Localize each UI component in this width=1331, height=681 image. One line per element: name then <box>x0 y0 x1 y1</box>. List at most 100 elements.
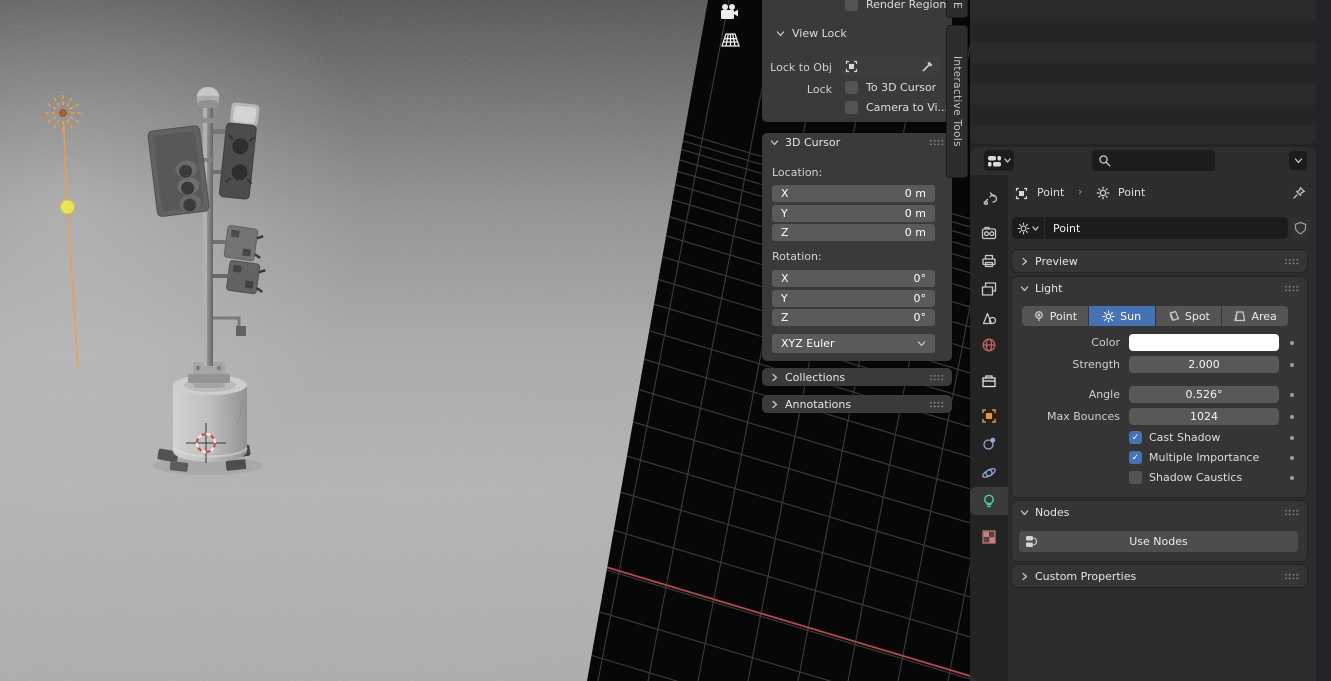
camera-to-view-checkbox[interactable] <box>845 101 858 114</box>
lock-to-obj-field[interactable] <box>840 56 940 76</box>
light-type-label: Spot <box>1184 309 1210 323</box>
outliner-editor[interactable] <box>970 0 1316 144</box>
keyframe-dot[interactable] <box>1290 363 1294 367</box>
constraints-tab[interactable] <box>981 436 997 452</box>
object-tab[interactable] <box>981 408 997 424</box>
angle-field[interactable]: 0.526° <box>1129 386 1279 403</box>
sidebar-tab-label: Interactive Tools <box>951 56 963 147</box>
keyframe-dot[interactable] <box>1290 436 1294 440</box>
cast-shadow-row[interactable]: Cast Shadow <box>1129 431 1220 444</box>
cursor-rotation-y[interactable]: Y 0° <box>772 289 935 307</box>
panel-grip-icon[interactable] <box>1284 508 1299 516</box>
cursor-panel-title: 3D Cursor <box>785 135 841 149</box>
fake-user-button[interactable] <box>1291 217 1310 239</box>
datablock-type-menu[interactable] <box>1012 217 1045 239</box>
panel-grip-icon[interactable] <box>1284 284 1299 292</box>
annotations-panel[interactable]: Annotations <box>762 395 952 413</box>
axis-value: 0° <box>913 272 927 285</box>
keyframe-dot[interactable] <box>1290 341 1294 345</box>
search-input[interactable] <box>1092 150 1215 171</box>
light-type-buttons: Point Sun Spot Area <box>1022 306 1288 326</box>
nodes-panel-header[interactable]: Nodes <box>1012 501 1307 523</box>
camera-to-view-row[interactable]: Camera to Vi... <box>845 101 948 114</box>
render-region-label: Render Region <box>866 0 947 11</box>
shadow-caustics-row[interactable]: Shadow Caustics <box>1129 471 1242 484</box>
chevron-down-icon <box>917 339 926 348</box>
3d-viewport[interactable]: Render Region View Lock Lock to Obj Lock… <box>0 0 970 681</box>
world-tab[interactable] <box>981 337 997 353</box>
output-tab[interactable] <box>981 253 997 269</box>
editor-type-button[interactable] <box>984 150 1014 171</box>
preview-panel[interactable]: Preview <box>1012 250 1307 272</box>
light-data-tab[interactable] <box>981 493 997 509</box>
render-region-checkbox[interactable] <box>845 0 858 11</box>
custom-properties-title: Custom Properties <box>1035 569 1137 583</box>
header-options-button[interactable] <box>1289 151 1307 170</box>
chevron-down-icon <box>1294 158 1302 164</box>
cursor-location-z[interactable]: Z 0 m <box>772 224 935 241</box>
chevron-down-icon <box>1032 225 1039 231</box>
scene-tab[interactable] <box>981 310 997 326</box>
breadcrumb-data[interactable]: Point <box>1118 186 1145 199</box>
angle-value: 0.526° <box>1185 388 1223 401</box>
light-type-spot[interactable]: Spot <box>1155 306 1222 326</box>
shadow-caustics-checkbox[interactable] <box>1129 471 1142 484</box>
datablock-name-value[interactable]: Point <box>1045 222 1080 235</box>
light-panel-header[interactable]: Light <box>1012 277 1307 299</box>
axis-label: X <box>781 272 789 285</box>
light-type-sun[interactable]: Sun <box>1088 306 1155 326</box>
keyframe-dot[interactable] <box>1290 393 1294 397</box>
max-bounces-field[interactable]: 1024 <box>1129 408 1279 425</box>
axis-value: 0 m <box>904 187 926 200</box>
collections-panel[interactable]: Collections <box>762 368 952 386</box>
eyedropper-icon[interactable] <box>921 59 935 73</box>
use-nodes-label: Use Nodes <box>1129 535 1188 548</box>
custom-properties-panel[interactable]: Custom Properties <box>1012 565 1307 587</box>
pin-icon[interactable] <box>1292 186 1306 200</box>
view-lock-title: View Lock <box>792 27 847 40</box>
rotation-mode-dropdown[interactable]: XYZ Euler <box>772 334 935 353</box>
color-swatch[interactable] <box>1129 334 1279 351</box>
render-tab[interactable] <box>981 225 997 241</box>
keyframe-dot[interactable] <box>1290 456 1294 460</box>
cursor-rotation-x[interactable]: X 0° <box>772 270 935 287</box>
view-layer-tab[interactable] <box>981 281 997 297</box>
breadcrumb-object[interactable]: Point <box>1037 186 1064 199</box>
cursor-panel-header[interactable]: 3D Cursor <box>762 133 952 151</box>
physics-tab[interactable] <box>981 465 997 481</box>
panel-grip-icon[interactable] <box>929 373 944 381</box>
sidebar-tab-fragment[interactable]: E <box>946 0 968 18</box>
chevron-right-icon <box>770 373 779 382</box>
to-3d-cursor-checkbox[interactable] <box>845 81 858 94</box>
cast-shadow-checkbox[interactable] <box>1129 431 1142 444</box>
strength-field[interactable]: 2.000 <box>1129 356 1279 373</box>
keyframe-dot[interactable] <box>1290 476 1294 480</box>
light-type-area[interactable]: Area <box>1222 306 1288 326</box>
datablock-name-field[interactable]: Point <box>1012 217 1288 239</box>
multiple-importance-row[interactable]: Multiple Importance <box>1129 451 1259 464</box>
multiple-importance-checkbox[interactable] <box>1129 451 1142 464</box>
use-nodes-button[interactable]: Use Nodes <box>1019 531 1298 552</box>
nodes-panel-title: Nodes <box>1035 505 1070 519</box>
panel-grip-icon[interactable] <box>1284 257 1299 265</box>
texture-tab[interactable] <box>981 529 997 545</box>
cursor-location-x[interactable]: X 0 m <box>772 185 935 202</box>
cursor-rotation-z[interactable]: Z 0° <box>772 309 935 326</box>
collection-tab[interactable] <box>981 373 997 389</box>
editor-edge-gap <box>1316 0 1331 681</box>
to-3d-cursor-row[interactable]: To 3D Cursor <box>845 81 936 94</box>
properties-editor: Point › Point Point Preview Light Point … <box>970 147 1316 681</box>
properties-header <box>970 147 1316 175</box>
strength-label: Strength <box>1072 358 1120 371</box>
light-type-point[interactable]: Point <box>1022 306 1088 326</box>
cursor-location-y[interactable]: Y 0 m <box>772 204 935 222</box>
sidebar-tab-interactive-tools[interactable]: Interactive Tools <box>946 25 968 178</box>
panel-grip-icon[interactable] <box>1284 572 1299 580</box>
multiple-importance-label: Multiple Importance <box>1149 451 1260 464</box>
view-lock-header[interactable]: View Lock <box>776 27 847 40</box>
panel-grip-icon[interactable] <box>929 400 944 408</box>
panel-grip-icon[interactable] <box>929 138 944 146</box>
location-label: Location: <box>772 166 823 179</box>
keyframe-dot[interactable] <box>1290 415 1294 419</box>
render-region-row[interactable]: Render Region <box>845 0 946 11</box>
